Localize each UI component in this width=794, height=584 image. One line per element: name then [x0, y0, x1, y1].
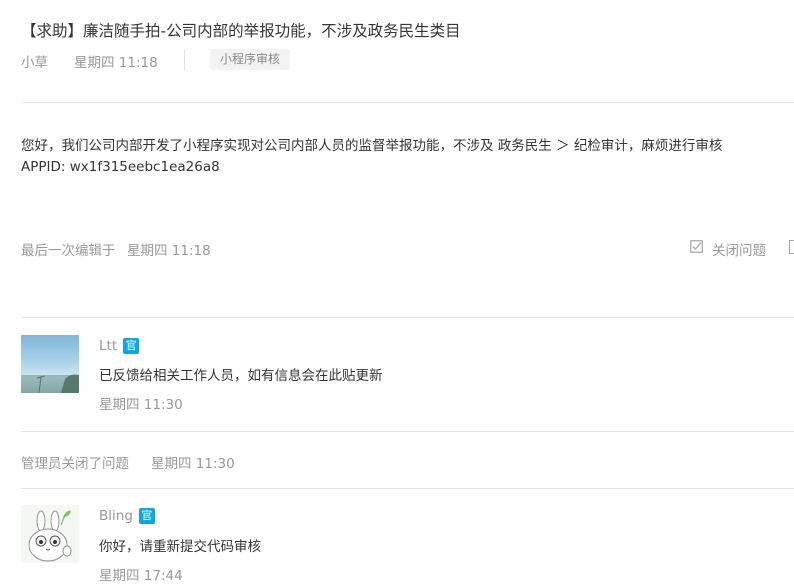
meta-divider: [184, 49, 185, 71]
post-title: 【求助】廉洁随手拍-公司内部的举报功能，不涉及政务民生类目: [21, 22, 461, 40]
reply-author: Ltt 官: [99, 338, 140, 354]
more-icon[interactable]: [789, 240, 794, 254]
checkbox-icon[interactable]: [690, 240, 703, 253]
official-badge: 官: [123, 338, 140, 354]
post-body-line: 您好，我们公司内部开发了小程序实现对公司内部人员的监督举报功能，不涉及 政务民生…: [21, 138, 723, 154]
category-tag[interactable]: 小程序审核: [210, 49, 291, 70]
reply-divider: [21, 431, 794, 432]
last-edit-time: 星期四 11:18: [127, 243, 211, 259]
reply-time: 星期四 17:44: [99, 568, 183, 584]
reply-content: 你好，请重新提交代码审核: [99, 539, 261, 555]
reply-time: 星期四 11:30: [99, 397, 183, 413]
close-question-button[interactable]: 关闭问题: [712, 239, 766, 259]
bunny-avatar-icon: [28, 510, 72, 562]
post-time: 星期四 11:18: [74, 55, 158, 71]
avatar[interactable]: [21, 335, 79, 393]
reply-author: Bling 官: [99, 508, 155, 524]
event-divider: [21, 488, 794, 489]
system-event-label: 管理员关闭了问题: [21, 456, 129, 472]
system-event-time: 星期四 11:30: [151, 456, 235, 472]
sky-photo-avatar-icon: [21, 374, 79, 393]
official-badge: 官: [138, 508, 155, 524]
header-divider: [21, 102, 794, 103]
avatar[interactable]: [21, 505, 79, 563]
post-divider: [21, 317, 794, 318]
post-author[interactable]: 小草: [21, 51, 48, 71]
reply-author-name[interactable]: Ltt: [99, 338, 117, 354]
reply-author-name[interactable]: Bling: [99, 508, 133, 524]
last-edit-label: 最后一次编辑于: [21, 243, 116, 259]
reply-content: 已反馈给相关工作人员，如有信息会在此贴更新: [99, 368, 383, 384]
post-appid: APPID: wx1f315eebc1ea26a8: [21, 159, 220, 175]
